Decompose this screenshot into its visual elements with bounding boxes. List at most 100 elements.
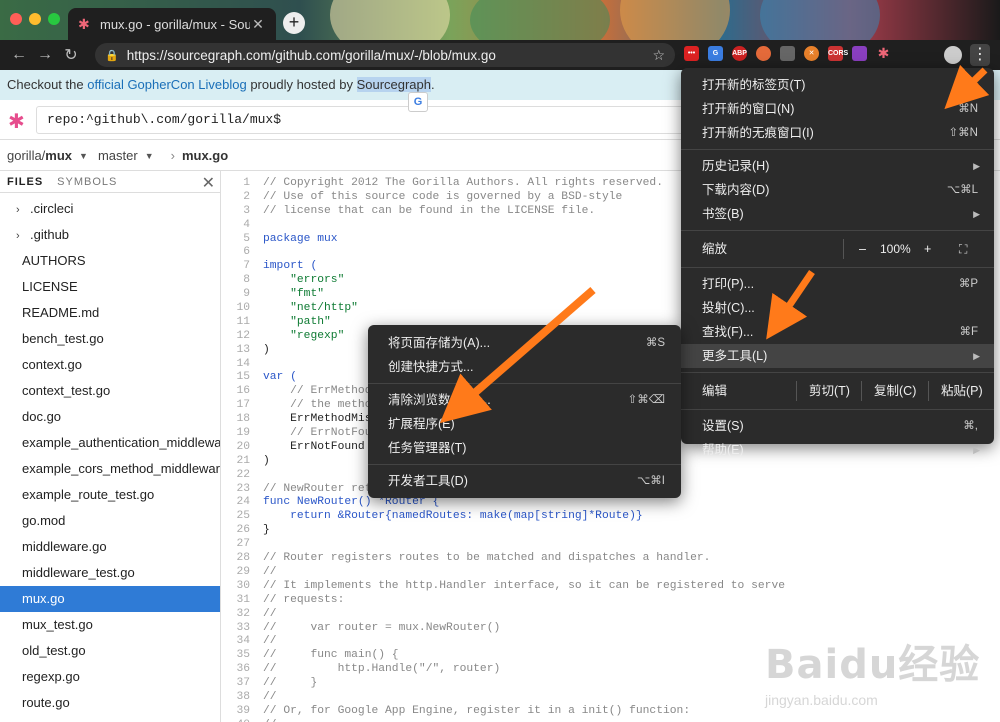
- file-item[interactable]: doc.go: [0, 404, 220, 430]
- line-number[interactable]: 20: [222, 441, 250, 455]
- menu-extensions[interactable]: 扩展程序(E): [368, 412, 681, 436]
- back-icon[interactable]: ←: [6, 46, 32, 64]
- cors-icon[interactable]: CORS: [828, 46, 848, 61]
- sourcegraph-logo-icon[interactable]: ✱: [8, 109, 25, 134]
- adblock-icon[interactable]: ABP: [732, 46, 747, 61]
- file-item[interactable]: mux.go: [0, 586, 220, 612]
- line-number[interactable]: 6: [222, 246, 250, 260]
- line-number[interactable]: 11: [222, 316, 250, 330]
- profile-avatar[interactable]: [944, 46, 962, 64]
- liveblog-link[interactable]: official GopherCon Liveblog: [87, 77, 246, 92]
- close-tab-icon[interactable]: ✕: [250, 16, 266, 33]
- line-number[interactable]: 1: [222, 177, 250, 191]
- menu-create-shortcut[interactable]: 创建快捷方式...: [368, 355, 681, 379]
- line-number[interactable]: 31: [222, 594, 250, 608]
- chevron-down-icon[interactable]: ▼: [145, 151, 154, 161]
- file-item[interactable]: README.md: [0, 300, 220, 326]
- line-number[interactable]: 28: [222, 552, 250, 566]
- sourcegraph-link[interactable]: Sourcegraph: [356, 77, 432, 92]
- fullscreen-icon[interactable]: ⛶: [959, 235, 967, 263]
- file-item[interactable]: route.go: [0, 690, 220, 716]
- close-window-button[interactable]: [10, 13, 22, 25]
- line-number[interactable]: 24: [222, 496, 250, 510]
- file-item[interactable]: example_cors_method_middleware_test.go: [0, 456, 220, 482]
- line-number[interactable]: 14: [222, 358, 250, 372]
- tab-files[interactable]: FILES: [7, 176, 43, 188]
- file-item[interactable]: LICENSE: [0, 274, 220, 300]
- chevron-right-icon[interactable]: ›: [16, 197, 30, 222]
- menu-print[interactable]: 打印(P)... ⌘P: [681, 272, 994, 296]
- menu-more-tools[interactable]: 更多工具(L) ▶: [681, 344, 994, 368]
- line-number[interactable]: 13: [222, 344, 250, 358]
- address-bar[interactable]: 🔒 https://sourcegraph.com/github.com/gor…: [95, 43, 675, 67]
- line-number[interactable]: 4: [222, 219, 250, 233]
- line-number[interactable]: 37: [222, 677, 250, 691]
- line-number[interactable]: 19: [222, 427, 250, 441]
- file-item[interactable]: mux_test.go: [0, 612, 220, 638]
- browser-tab[interactable]: ✱ mux.go - gorilla/mux - Sourcegr ✕: [68, 8, 276, 40]
- chevron-right-icon[interactable]: ›: [16, 223, 30, 248]
- menu-devtools[interactable]: 开发者工具(D) ⌥⌘I: [368, 469, 681, 493]
- maximize-window-button[interactable]: [48, 13, 60, 25]
- line-number[interactable]: 2: [222, 191, 250, 205]
- extension-icon[interactable]: [852, 46, 867, 61]
- line-number[interactable]: 9: [222, 288, 250, 302]
- close-icon[interactable]: ✕: [202, 173, 216, 193]
- line-number[interactable]: 33: [222, 622, 250, 636]
- line-number[interactable]: 35: [222, 649, 250, 663]
- file-item[interactable]: example_authentication_middleware_test.g…: [0, 430, 220, 456]
- line-number[interactable]: 7: [222, 260, 250, 274]
- line-number[interactable]: 3: [222, 205, 250, 219]
- line-number[interactable]: 12: [222, 330, 250, 344]
- line-number[interactable]: 15: [222, 371, 250, 385]
- menu-incognito[interactable]: 打开新的无痕窗口(I) ⇧⌘N: [681, 121, 994, 145]
- line-number[interactable]: 39: [222, 705, 250, 719]
- line-number[interactable]: 17: [222, 399, 250, 413]
- menu-clear-data[interactable]: 清除浏览数据(C)... ⇧⌘⌫: [368, 388, 681, 412]
- folder-item[interactable]: › .circleci: [0, 196, 220, 222]
- file-item[interactable]: context.go: [0, 352, 220, 378]
- line-number[interactable]: 25: [222, 510, 250, 524]
- menu-find[interactable]: 查找(F)... ⌘F: [681, 320, 994, 344]
- extension-icon[interactable]: [756, 46, 771, 61]
- extension-icon[interactable]: [780, 46, 795, 61]
- translate-extension-icon[interactable]: G: [708, 46, 723, 61]
- line-number[interactable]: 23: [222, 483, 250, 497]
- file-item[interactable]: middleware_test.go: [0, 560, 220, 586]
- file-item[interactable]: example_route_test.go: [0, 482, 220, 508]
- new-tab-button[interactable]: +: [283, 12, 305, 34]
- zoom-in-button[interactable]: +: [924, 235, 931, 263]
- branch-selector[interactable]: master: [98, 148, 138, 163]
- file-item[interactable]: middleware.go: [0, 534, 220, 560]
- line-number[interactable]: 38: [222, 691, 250, 705]
- line-number[interactable]: 32: [222, 608, 250, 622]
- file-item[interactable]: go.mod: [0, 508, 220, 534]
- search-input[interactable]: repo:^github\.com/gorilla/mux$: [36, 106, 686, 134]
- line-number[interactable]: 26: [222, 524, 250, 538]
- line-number[interactable]: 8: [222, 274, 250, 288]
- line-number[interactable]: 36: [222, 663, 250, 677]
- menu-cast[interactable]: 投射(C)...: [681, 296, 994, 320]
- line-number[interactable]: 5: [222, 233, 250, 247]
- menu-settings[interactable]: 设置(S) ⌘,: [681, 414, 994, 438]
- menu-help[interactable]: 帮助(E) ▶: [681, 438, 994, 462]
- menu-downloads[interactable]: 下载内容(D) ⌥⌘L: [681, 178, 994, 202]
- paste-button[interactable]: 粘贴(P): [941, 377, 983, 405]
- line-number[interactable]: 18: [222, 413, 250, 427]
- line-number[interactable]: 30: [222, 580, 250, 594]
- file-item[interactable]: context_test.go: [0, 378, 220, 404]
- line-number[interactable]: 27: [222, 538, 250, 552]
- tab-symbols[interactable]: SYMBOLS: [57, 176, 117, 188]
- chrome-menu-button[interactable]: ⋮: [970, 44, 990, 66]
- copy-button[interactable]: 复制(C): [874, 377, 916, 405]
- repo-name[interactable]: mux: [45, 148, 72, 163]
- reload-icon[interactable]: ↻: [58, 45, 84, 65]
- menu-task-manager[interactable]: 任务管理器(T): [368, 436, 681, 460]
- menu-bookmarks[interactable]: 书签(B) ▶: [681, 202, 994, 226]
- translate-icon[interactable]: G: [408, 92, 428, 112]
- minimize-window-button[interactable]: [29, 13, 41, 25]
- cut-button[interactable]: 剪切(T): [809, 377, 850, 405]
- line-number[interactable]: 16: [222, 385, 250, 399]
- extension-icon[interactable]: ✕: [804, 46, 819, 61]
- file-item[interactable]: AUTHORS: [0, 248, 220, 274]
